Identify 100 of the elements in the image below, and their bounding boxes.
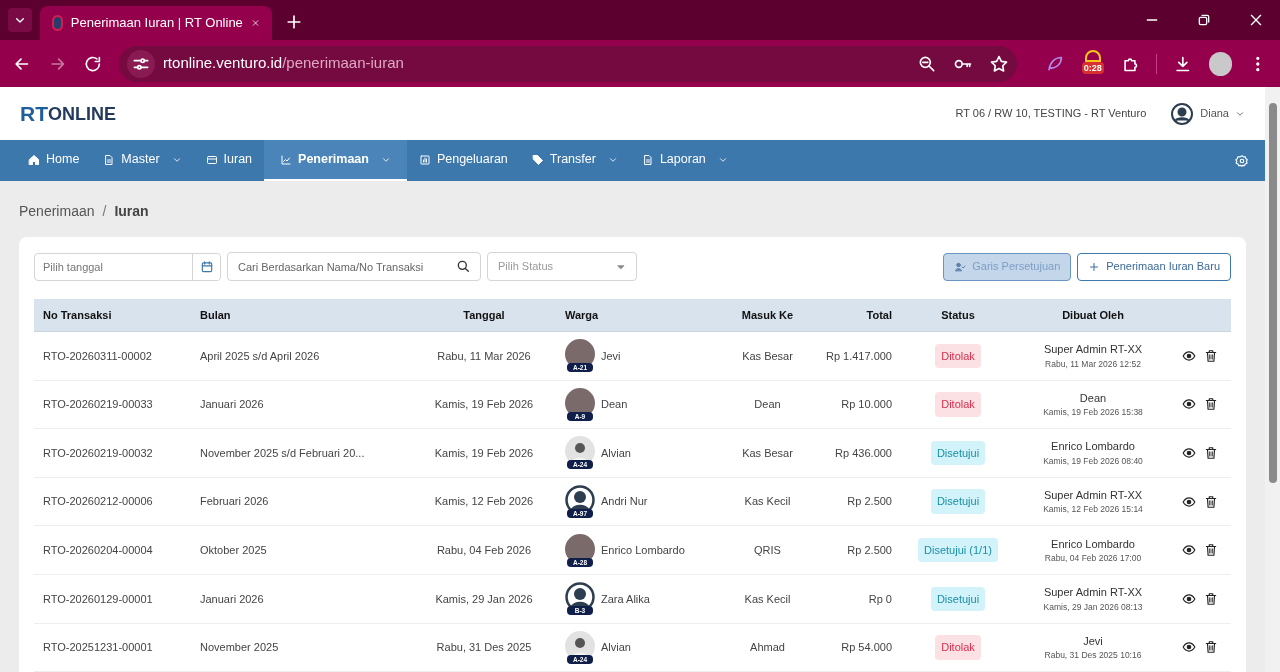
address-bar[interactable]: rtonline.venturo.id/penerimaan-iuran bbox=[118, 45, 1018, 82]
table-cell-text: Dean bbox=[753, 397, 782, 413]
table-cell-text: Oktober 2025 bbox=[199, 542, 268, 558]
restore-icon[interactable] bbox=[1196, 12, 1212, 28]
table-cell-text: Januari 2026 bbox=[199, 591, 265, 607]
creator-name: Super Admin RT-XX bbox=[1043, 585, 1143, 601]
table-cell-text: Rp 1.417.000 bbox=[824, 348, 893, 364]
trash-icon[interactable] bbox=[1204, 397, 1218, 412]
organization-label: RT 06 / RW 10, TESTING - RT Venturo bbox=[955, 106, 1147, 122]
resident-name: Dean bbox=[601, 397, 628, 413]
resident-name: Jevi bbox=[601, 348, 621, 364]
trash-icon[interactable] bbox=[1204, 494, 1218, 509]
eye-icon[interactable] bbox=[1182, 446, 1196, 460]
nav-tab[interactable]: Laporan bbox=[629, 140, 740, 181]
resident-name: Alvian bbox=[601, 445, 631, 461]
nav-tab[interactable]: Home bbox=[16, 140, 92, 181]
nav-tab[interactable]: Transfer bbox=[519, 140, 630, 181]
column-header: Tanggal bbox=[462, 307, 506, 323]
trash-icon[interactable] bbox=[1204, 348, 1218, 363]
favicon-icon bbox=[52, 15, 63, 31]
url-text: rtonline.venturo.id/penerimaan-iuran bbox=[162, 53, 405, 74]
table-cell-text: Kas Kecil bbox=[743, 591, 792, 607]
created-time: Kamis, 19 Feb 2026 15:38 bbox=[1043, 406, 1143, 419]
tab-title: Penerimaan Iuran | RT Online bbox=[70, 14, 243, 33]
table-cell-text: Kas Kecil bbox=[743, 494, 792, 510]
trash-icon[interactable] bbox=[1204, 640, 1218, 655]
calendar-icon bbox=[199, 259, 214, 274]
nav-tab[interactable]: Pengeluaran bbox=[406, 140, 520, 181]
table-cell-text: RTO-20260212-00006 bbox=[42, 494, 154, 510]
resident-name: Zara Alika bbox=[601, 591, 650, 607]
extension-button[interactable]: 0:28 bbox=[1080, 49, 1105, 78]
table-cell-text: Rp 436.000 bbox=[834, 445, 893, 461]
tab-list-icon[interactable] bbox=[8, 8, 32, 32]
resident-name: Alvian bbox=[601, 640, 631, 656]
eye-icon[interactable] bbox=[1182, 640, 1196, 655]
nav-tab[interactable]: Iuran bbox=[193, 140, 265, 181]
column-header: No Transaksi bbox=[42, 307, 113, 323]
resident-name: Andri Nur bbox=[601, 494, 648, 510]
user-check-icon bbox=[954, 260, 967, 273]
document-icon bbox=[641, 153, 654, 166]
created-time: Rabu, 04 Feb 2026 17:00 bbox=[1044, 552, 1142, 565]
created-time: Kamis, 19 Feb 2026 08:40 bbox=[1043, 454, 1143, 468]
table-cell-text: Kas Besar bbox=[741, 348, 794, 364]
status-placeholder: Pilih Status bbox=[498, 259, 555, 275]
table-cell-text: Rabu, 04 Feb 2026 bbox=[435, 542, 533, 558]
browser-tab[interactable]: Penerimaan Iuran | RT Online bbox=[40, 6, 272, 40]
table-cell-text: Ahmad bbox=[749, 640, 786, 656]
star-icon[interactable] bbox=[989, 53, 1010, 74]
user-menu[interactable]: Diana bbox=[1170, 101, 1245, 126]
creator-name: Super Admin RT-XX bbox=[1043, 487, 1143, 503]
status-badge: Disetujui bbox=[930, 489, 986, 514]
creator-name: Enrico Lombardo bbox=[1051, 536, 1135, 552]
breadcrumb-separator: / bbox=[102, 202, 107, 221]
eye-icon[interactable] bbox=[1182, 543, 1196, 558]
trash-icon[interactable] bbox=[1204, 446, 1218, 460]
user-avatar-icon bbox=[1170, 101, 1195, 126]
new-receipt-button[interactable]: Penerimaan Iuran Baru bbox=[1077, 252, 1231, 281]
creator-name: Dean bbox=[1079, 390, 1107, 406]
table-cell-text: Rp 2.500 bbox=[846, 542, 893, 558]
eye-icon[interactable] bbox=[1182, 348, 1196, 363]
table-cell-text: April 2025 s/d April 2026 bbox=[199, 348, 321, 364]
breadcrumb-link[interactable]: Penerimaan bbox=[19, 201, 95, 222]
calendar-button[interactable] bbox=[192, 253, 220, 280]
trash-icon[interactable] bbox=[1204, 591, 1218, 606]
date-field[interactable]: Pilih tanggal bbox=[34, 252, 221, 281]
table-cell-text: Februari 2026 bbox=[199, 494, 270, 510]
created-time: Rabu, 31 Des 2025 10:16 bbox=[1044, 649, 1142, 662]
table-cell-text: RTO-20260311-00002 bbox=[42, 348, 153, 364]
trash-icon[interactable] bbox=[1204, 543, 1218, 558]
table-cell-text: Rp 2.500 bbox=[846, 494, 893, 510]
eye-icon[interactable] bbox=[1182, 494, 1196, 509]
scrollbar[interactable] bbox=[1265, 87, 1280, 672]
eye-icon[interactable] bbox=[1182, 591, 1196, 606]
card-icon bbox=[205, 153, 218, 166]
column-header: Masuk Ke bbox=[740, 307, 795, 323]
eye-icon[interactable] bbox=[1182, 397, 1196, 412]
search-field[interactable]: Cari Berdasarkan Nama/No Transaksi bbox=[227, 252, 481, 281]
nav-tab[interactable]: Penerimaan bbox=[264, 140, 407, 181]
table-cell-text: November 2025 s/d Februari 20... bbox=[199, 445, 366, 461]
breadcrumb-current: Iuran bbox=[114, 202, 149, 221]
close-icon[interactable] bbox=[1248, 12, 1264, 28]
table-cell-text: Rabu, 31 Des 2025 bbox=[435, 640, 533, 656]
creator-name: Super Admin RT-XX bbox=[1043, 342, 1143, 358]
status-badge: Ditolak bbox=[935, 343, 981, 369]
table-cell-text: Kamis, 19 Feb 2026 bbox=[433, 397, 535, 413]
nav-tab[interactable]: Master bbox=[91, 140, 194, 181]
resident-name: Enrico Lombardo bbox=[601, 542, 685, 558]
logo[interactable]: RTONLINE bbox=[20, 103, 116, 124]
column-header: Warga bbox=[564, 307, 600, 323]
line-chart-icon bbox=[280, 153, 293, 166]
site-settings-icon[interactable] bbox=[126, 49, 155, 78]
home-icon bbox=[28, 153, 40, 166]
profile-avatar[interactable] bbox=[1208, 51, 1233, 76]
column-header: Total bbox=[865, 307, 893, 323]
table-cell-text: Kas Besar bbox=[741, 445, 794, 461]
status-dropdown[interactable]: Pilih Status bbox=[487, 252, 637, 281]
table-cell-text: Rp 10.000 bbox=[840, 397, 893, 413]
settings-icon[interactable] bbox=[1235, 153, 1249, 168]
table-cell-text: November 2025 bbox=[199, 640, 280, 656]
status-badge: Disetujui bbox=[930, 586, 986, 611]
